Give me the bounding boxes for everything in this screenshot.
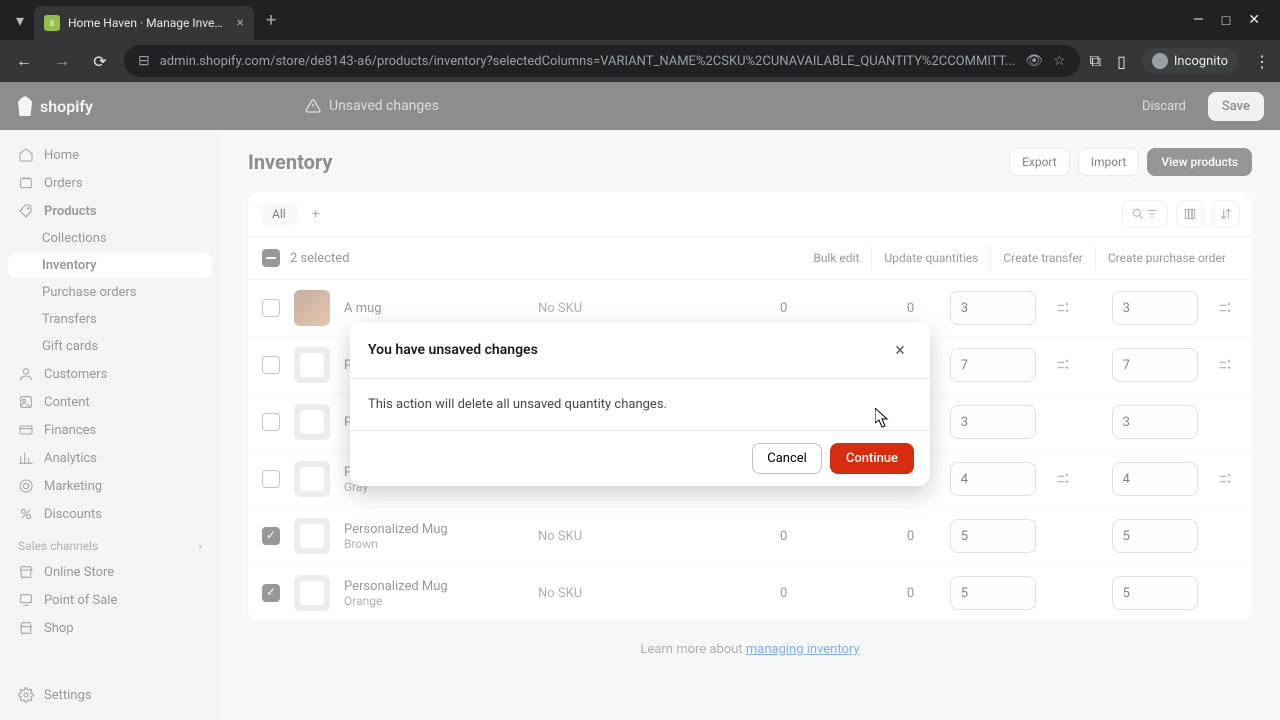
address-bar: ← → ⟳ ⊟ admin.shopify.com/store/de8143-a… bbox=[0, 40, 1280, 82]
maximize-icon[interactable]: □ bbox=[1222, 12, 1230, 29]
url-input[interactable]: ⊟ admin.shopify.com/store/de8143-a6/prod… bbox=[124, 45, 1080, 77]
continue-button[interactable]: Continue bbox=[830, 443, 914, 474]
incognito-icon bbox=[1152, 53, 1168, 69]
close-icon[interactable]: × bbox=[237, 15, 244, 31]
browser-tab[interactable]: s Home Haven · Manage Invento × bbox=[34, 6, 254, 40]
close-window-icon[interactable]: ✕ bbox=[1248, 12, 1260, 29]
extensions-icon[interactable]: ⧉ bbox=[1090, 51, 1101, 71]
window-controls: ― □ ✕ bbox=[1193, 12, 1272, 29]
cancel-button[interactable]: Cancel bbox=[752, 443, 822, 474]
site-settings-icon[interactable]: ⊟ bbox=[138, 53, 150, 69]
modal-overlay[interactable]: You have unsaved changes × This action w… bbox=[0, 82, 1280, 720]
back-icon[interactable]: ← bbox=[10, 51, 38, 71]
modal-title: You have unsaved changes bbox=[368, 342, 538, 358]
url-text: admin.shopify.com/store/de8143-a6/produc… bbox=[160, 54, 1016, 69]
menu-icon[interactable]: ⋮ bbox=[1254, 52, 1270, 71]
tab-dropdown-icon[interactable]: ▾ bbox=[8, 7, 32, 33]
new-tab-button[interactable]: + bbox=[256, 10, 286, 31]
star-icon[interactable]: ☆ bbox=[1053, 53, 1066, 69]
unsaved-changes-modal: You have unsaved changes × This action w… bbox=[350, 322, 930, 486]
incognito-badge[interactable]: Incognito bbox=[1142, 48, 1238, 74]
side-panel-icon[interactable]: ▯ bbox=[1117, 52, 1126, 71]
reload-icon[interactable]: ⟳ bbox=[86, 52, 114, 71]
eye-off-icon[interactable]: 👁 bbox=[1025, 53, 1043, 69]
tab-bar: ▾ s Home Haven · Manage Invento × + ― □ … bbox=[0, 0, 1280, 40]
shopify-favicon: s bbox=[44, 15, 60, 31]
forward-icon[interactable]: → bbox=[48, 51, 76, 71]
browser-chrome: ▾ s Home Haven · Manage Invento × + ― □ … bbox=[0, 0, 1280, 82]
minimize-icon[interactable]: ― bbox=[1193, 12, 1204, 29]
modal-body: This action will delete all unsaved quan… bbox=[350, 379, 930, 430]
tab-title: Home Haven · Manage Invento bbox=[68, 16, 229, 30]
close-icon[interactable]: × bbox=[888, 338, 912, 362]
